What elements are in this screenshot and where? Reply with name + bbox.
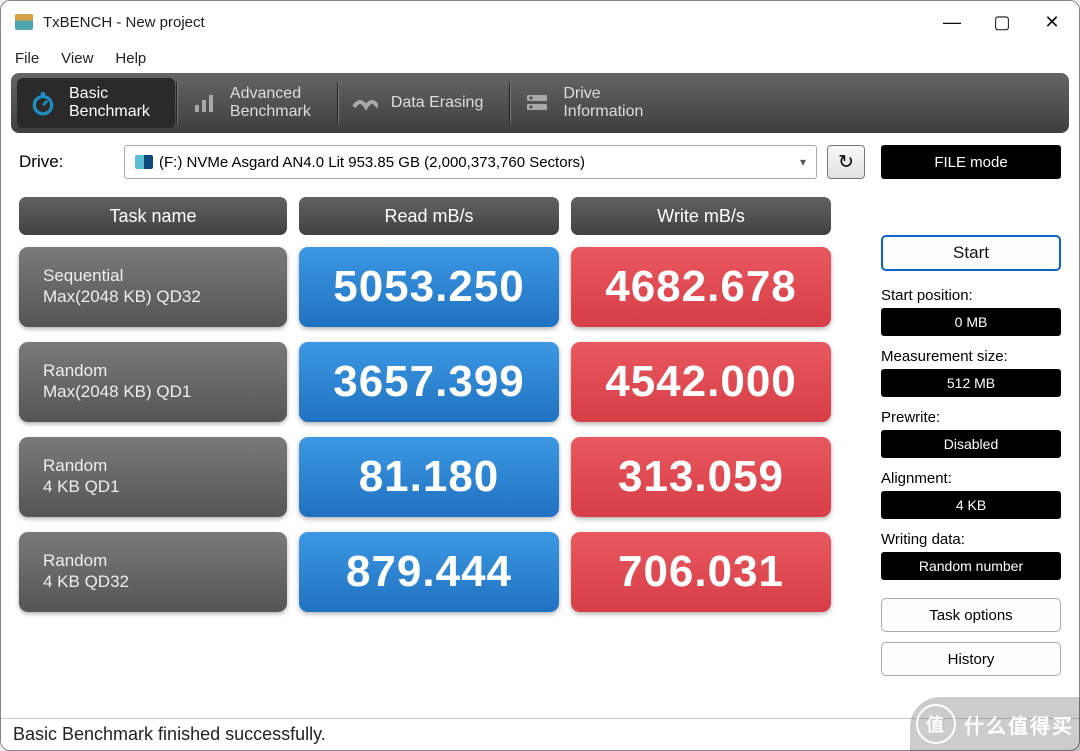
measurement-size-value[interactable]: 512 MB [881,369,1061,397]
drive-device-icon [135,155,153,169]
watermark: 值 什么值得买 [910,697,1080,751]
menu-view[interactable]: View [61,50,93,67]
result-row: Sequential Max(2048 KB) QD32 5053.250 46… [19,247,865,327]
task-cell[interactable]: Sequential Max(2048 KB) QD32 [19,247,287,327]
writing-data-value[interactable]: Random number [881,552,1061,580]
minimize-button[interactable]: — [927,4,977,40]
results-header: Task name Read mB/s Write mB/s [19,197,865,235]
refresh-icon: ↻ [838,151,854,174]
task-subtitle: Max(2048 KB) QD32 [43,286,287,307]
tab-label: Advanced Benchmark [230,85,311,120]
writing-data-label: Writing data: [881,531,1061,548]
write-value: 313.059 [571,437,831,517]
read-value: 3657.399 [299,342,559,422]
side-panel: FILE mode Start Start position: 0 MB Mea… [881,145,1061,718]
tab-label: Basic Benchmark [69,85,150,120]
drive-label: Drive: [19,152,114,172]
result-row: Random 4 KB QD1 81.180 313.059 [19,437,865,517]
refresh-button[interactable]: ↻ [827,145,865,179]
menu-help[interactable]: Help [115,50,146,67]
read-value: 879.444 [299,532,559,612]
read-value: 5053.250 [299,247,559,327]
close-button[interactable]: ✕ [1027,4,1077,40]
status-text: Basic Benchmark finished successfully. [13,724,326,745]
erase-icon [351,89,379,117]
task-title: Random [43,360,287,381]
tab-advanced-benchmark[interactable]: Advanced Benchmark [178,78,336,128]
stopwatch-icon [29,89,57,117]
result-row: Random 4 KB QD32 879.444 706.031 [19,532,865,612]
alignment-value[interactable]: 4 KB [881,491,1061,519]
prewrite-label: Prewrite: [881,409,1061,426]
window-title: TxBENCH - New project [43,14,927,31]
header-read: Read mB/s [299,197,559,235]
task-title: Sequential [43,265,287,286]
main-panel: Drive: (F:) NVMe Asgard AN4.0 Lit 953.85… [19,145,865,718]
write-value: 4542.000 [571,342,831,422]
start-position-label: Start position: [881,287,1061,304]
task-cell[interactable]: Random 4 KB QD32 [19,532,287,612]
drive-icon [523,89,551,117]
app-icon [15,14,33,30]
task-subtitle: 4 KB QD1 [43,476,287,497]
prewrite-value[interactable]: Disabled [881,430,1061,458]
menu-file[interactable]: File [15,50,39,67]
task-cell[interactable]: Random Max(2048 KB) QD1 [19,342,287,422]
window: TxBENCH - New project — ▢ ✕ File View He… [0,0,1080,751]
tab-data-erasing[interactable]: Data Erasing [339,78,509,128]
drive-value: (F:) NVMe Asgard AN4.0 Lit 953.85 GB (2,… [159,154,585,171]
task-subtitle: 4 KB QD32 [43,571,287,592]
task-cell[interactable]: Random 4 KB QD1 [19,437,287,517]
tab-label: Data Erasing [391,94,484,112]
task-subtitle: Max(2048 KB) QD1 [43,381,287,402]
watermark-badge: 值 [916,704,956,744]
tab-basic-benchmark[interactable]: Basic Benchmark [17,78,175,128]
menubar: File View Help [1,43,1079,73]
alignment-label: Alignment: [881,470,1061,487]
file-mode-button[interactable]: FILE mode [881,145,1061,179]
task-title: Random [43,455,287,476]
bars-icon [190,89,218,117]
watermark-text: 什么值得买 [964,710,1074,739]
nav-tabs: Basic Benchmark Advanced Benchmark Data … [11,73,1069,133]
tab-drive-information[interactable]: Drive Information [511,78,668,128]
start-position-value[interactable]: 0 MB [881,308,1061,336]
history-button[interactable]: History [881,642,1061,676]
read-value: 81.180 [299,437,559,517]
tab-label: Drive Information [563,85,643,120]
write-value: 706.031 [571,532,831,612]
start-button[interactable]: Start [881,235,1061,271]
result-row: Random Max(2048 KB) QD1 3657.399 4542.00… [19,342,865,422]
maximize-button[interactable]: ▢ [977,4,1027,40]
header-write: Write mB/s [571,197,831,235]
titlebar: TxBENCH - New project — ▢ ✕ [1,1,1079,43]
header-task: Task name [19,197,287,235]
write-value: 4682.678 [571,247,831,327]
measurement-size-label: Measurement size: [881,348,1061,365]
task-title: Random [43,550,287,571]
task-options-button[interactable]: Task options [881,598,1061,632]
drive-select[interactable]: (F:) NVMe Asgard AN4.0 Lit 953.85 GB (2,… [124,145,817,179]
chevron-down-icon: ▾ [800,155,806,169]
